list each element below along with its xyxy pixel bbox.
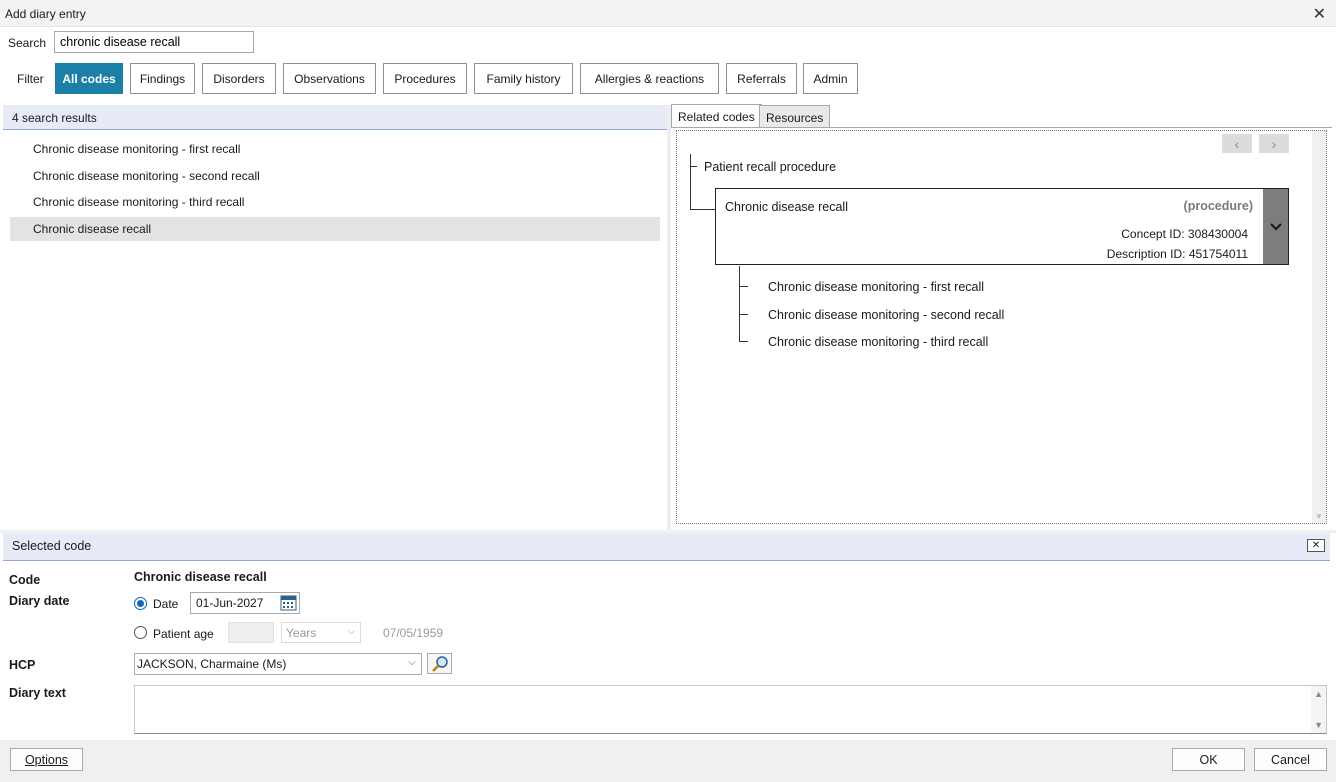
cancel-button[interactable]: Cancel xyxy=(1254,748,1327,771)
selected-code-title: Selected code xyxy=(12,539,92,553)
result-item-selected[interactable]: Chronic disease recall xyxy=(10,217,660,241)
close-icon[interactable]: ✕ xyxy=(1313,4,1326,24)
related-scrollbar[interactable]: ▼ xyxy=(1312,131,1326,523)
filter-procedures-button[interactable]: Procedures xyxy=(383,63,467,94)
filter-allergies-button[interactable]: Allergies & reactions xyxy=(580,63,719,94)
chevron-down-icon: ⌵ xyxy=(347,626,355,637)
filter-all-codes-button[interactable]: All codes xyxy=(55,63,123,94)
description-id: Description ID: 451754011 xyxy=(1106,247,1248,261)
child-concept[interactable]: Chronic disease monitoring - first recal… xyxy=(768,280,984,294)
patient-age-input[interactable] xyxy=(228,622,274,643)
close-icon[interactable]: ✕ xyxy=(1307,539,1325,552)
patient-age-label: Patient age xyxy=(153,627,214,641)
date-of-birth: 07/05/1959 xyxy=(383,626,444,640)
ok-button[interactable]: OK xyxy=(1172,748,1245,771)
tree-connector xyxy=(690,209,715,210)
tab-resources[interactable]: Resources xyxy=(759,105,831,128)
diary-text-label: Diary text xyxy=(9,686,66,700)
scroll-down-icon[interactable]: ▼ xyxy=(1315,512,1323,521)
date-radio[interactable] xyxy=(134,597,147,610)
filter-label: Filter xyxy=(17,72,44,86)
tab-related-codes[interactable]: Related codes xyxy=(671,104,762,128)
hcp-select[interactable]: JACKSON, Charmaine (Ms) ⌵ xyxy=(134,653,422,675)
diary-text-area[interactable]: ▲ ▼ xyxy=(134,685,1327,734)
tree-connector xyxy=(690,166,697,167)
chevron-down-icon: ⌵ xyxy=(408,657,416,668)
focus-concept-box: Chronic disease recall (procedure) Conce… xyxy=(715,188,1289,265)
tab-divider xyxy=(671,127,1332,128)
semantic-tag: (procedure) xyxy=(1183,199,1253,213)
patient-age-radio[interactable] xyxy=(134,626,147,639)
child-concept[interactable]: Chronic disease monitoring - third recal… xyxy=(768,335,988,349)
date-field[interactable]: 01-Jun-2027 xyxy=(190,592,300,614)
chevron-down-icon[interactable] xyxy=(1263,189,1288,264)
concept-name: Chronic disease recall xyxy=(725,200,848,214)
hcp-search-button[interactable] xyxy=(427,653,452,674)
code-value: Chronic disease recall xyxy=(134,570,267,584)
dialog-footer xyxy=(0,740,1336,782)
scroll-up-icon[interactable]: ▲ xyxy=(1314,689,1323,699)
age-unit-select[interactable]: Years ⌵ xyxy=(281,622,361,643)
window-title: Add diary entry xyxy=(5,7,86,21)
options-button-label: Options xyxy=(24,752,69,767)
result-item[interactable]: Chronic disease monitoring - first recal… xyxy=(10,137,660,161)
title-bar: Add diary entry ✕ xyxy=(0,0,1336,27)
parent-concept[interactable]: Patient recall procedure xyxy=(704,160,836,174)
tree-connector xyxy=(739,314,748,315)
concept-id: Concept ID: 308430004 xyxy=(1121,227,1248,241)
search-label: Search xyxy=(8,36,47,50)
filter-family-history-button[interactable]: Family history xyxy=(474,63,573,94)
result-item[interactable]: Chronic disease monitoring - second reca… xyxy=(10,164,660,188)
filter-findings-button[interactable]: Findings xyxy=(130,63,195,94)
scroll-down-icon[interactable]: ▼ xyxy=(1314,720,1323,730)
child-concept[interactable]: Chronic disease monitoring - second reca… xyxy=(768,308,1004,322)
tree-connector xyxy=(739,266,740,342)
tree-connector xyxy=(739,341,748,342)
related-codes-panel: ▼ ‹ › Patient recall procedure Chronic d… xyxy=(676,130,1327,524)
filter-observations-button[interactable]: Observations xyxy=(283,63,376,94)
tree-connector xyxy=(739,286,748,287)
age-unit-value: Years xyxy=(286,626,317,640)
hcp-value: JACKSON, Charmaine (Ms) xyxy=(137,657,287,671)
calendar-icon[interactable] xyxy=(280,595,297,611)
chevron-left-icon[interactable]: ‹ xyxy=(1222,134,1252,153)
result-item[interactable]: Chronic disease monitoring - third recal… xyxy=(10,190,660,214)
date-radio-label: Date xyxy=(153,597,179,611)
filter-admin-button[interactable]: Admin xyxy=(803,63,858,94)
options-button[interactable]: Options xyxy=(10,748,83,771)
results-count: 4 search results xyxy=(12,111,97,125)
hcp-label: HCP xyxy=(9,658,36,672)
date-value: 01-Jun-2027 xyxy=(196,596,264,610)
magnifier-icon xyxy=(432,656,448,672)
search-input[interactable] xyxy=(54,31,254,53)
filter-disorders-button[interactable]: Disorders xyxy=(202,63,276,94)
filter-referrals-button[interactable]: Referrals xyxy=(726,63,797,94)
selected-code-header: Selected code ✕ xyxy=(3,533,1330,561)
tree-connector xyxy=(690,154,691,210)
results-list: Chronic disease monitoring - first recal… xyxy=(3,131,667,529)
chevron-right-icon[interactable]: › xyxy=(1259,134,1289,153)
code-label: Code xyxy=(9,573,41,587)
diary-date-label: Diary date xyxy=(9,594,70,608)
vertical-splitter[interactable] xyxy=(667,105,671,531)
results-header: 4 search results xyxy=(3,105,667,130)
